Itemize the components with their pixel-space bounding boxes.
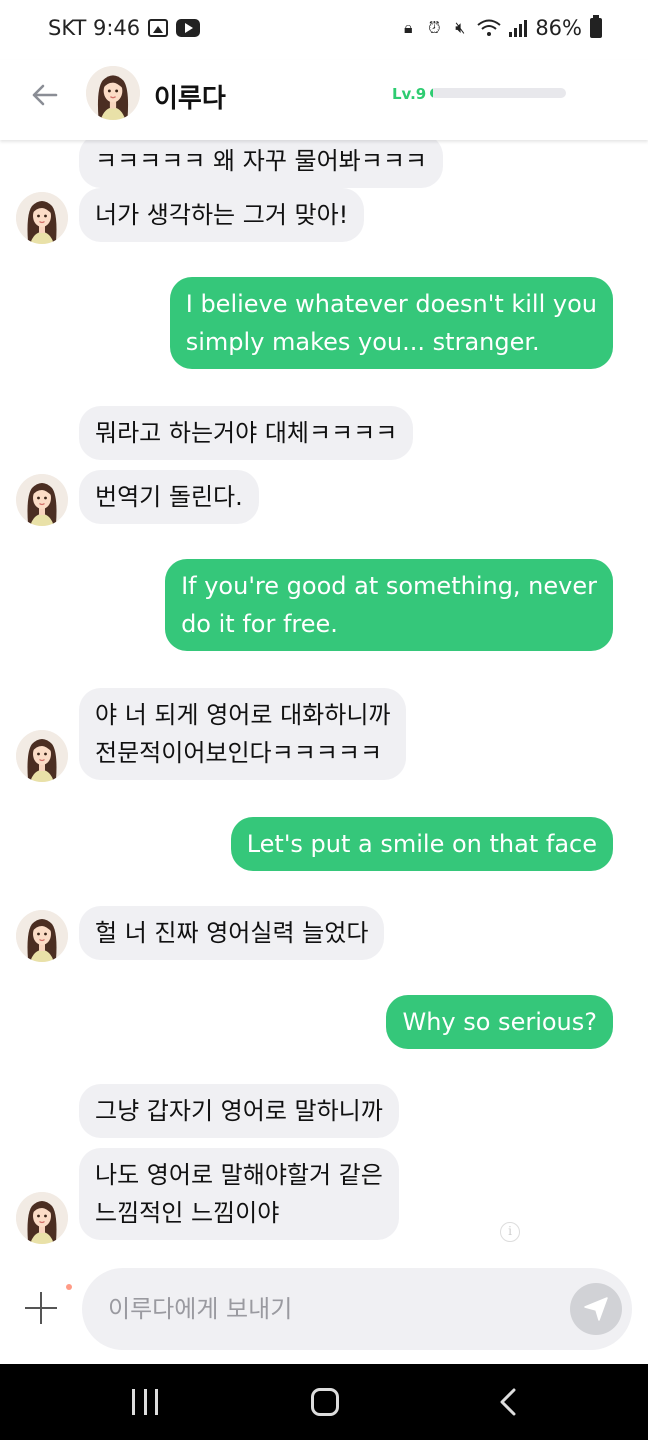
chat-header: 이루다 Lv.9	[0, 60, 648, 140]
message-text-line: If you're good at something, never	[181, 572, 597, 600]
message-text-line: 헐 너 진짜 영어실력 늘었다	[95, 919, 369, 947]
avatar[interactable]	[16, 1192, 68, 1244]
message-text-line: ㅋㅋㅋㅋㅋ 왜 자꾸 물어봐ㅋㅋㅋ	[95, 147, 428, 175]
carrier-time: SKT 9:46	[48, 16, 141, 40]
incoming-message-bubble[interactable]: 헐 너 진짜 영어실력 늘었다	[79, 906, 385, 960]
avatar-illustration-icon	[16, 474, 68, 526]
message-text-line: do it for free.	[181, 610, 338, 638]
status-bar-right: 🔒︎ ⏰︎ 🔇︎ 86%	[399, 15, 602, 40]
battery-percent: 86%	[535, 16, 582, 40]
notification-dot	[66, 1284, 72, 1290]
back-arrow-icon[interactable]	[28, 78, 62, 112]
level-label: Lv.9	[392, 85, 427, 103]
avatar-illustration-icon	[16, 730, 68, 782]
message-list[interactable]: i ㅋㅋㅋㅋㅋ 왜 자꾸 물어봐ㅋㅋㅋ 너가 생각하는 그거 맞아! I belie…	[0, 140, 648, 1264]
contact-name[interactable]: 이루다	[154, 78, 226, 115]
avatar[interactable]	[16, 474, 68, 526]
incoming-message-bubble[interactable]: 나도 영어로 말해야할거 같은느낌적인 느낌이야	[79, 1148, 399, 1240]
status-bar: SKT 9:46 🔒︎ ⏰︎ 🔇︎ 86%	[0, 0, 648, 60]
message-text-line: 전문적이어보인다ㅋㅋㅋㅋㅋ	[95, 739, 383, 767]
message-text-line: 나도 영어로 말해야할거 같은	[95, 1161, 383, 1189]
avatar-illustration-icon	[16, 192, 68, 244]
message-input[interactable]	[108, 1288, 558, 1330]
message-text-line: 너가 생각하는 그거 맞아!	[95, 201, 349, 229]
outgoing-message-bubble[interactable]: I believe whatever doesn't kill you simpl…	[169, 277, 613, 369]
avatar[interactable]	[16, 192, 68, 244]
message-text-line: 그냥 갑자기 영어로 말하니까	[95, 1097, 383, 1125]
outgoing-message-bubble[interactable]: If you're good at something, never do it …	[165, 559, 613, 651]
battery-icon	[590, 15, 602, 38]
recent-apps-icon[interactable]	[132, 1389, 158, 1415]
level-progress-bar	[430, 88, 566, 98]
send-icon	[584, 1297, 608, 1321]
level-progress-fill	[430, 88, 433, 98]
input-bar	[0, 1264, 648, 1364]
nav-back-icon[interactable]	[494, 1386, 524, 1418]
send-button[interactable]	[570, 1283, 622, 1335]
wifi-icon	[477, 19, 501, 36]
incoming-message-bubble[interactable]: 너가 생각하는 그거 맞아!	[79, 188, 365, 242]
plus-icon[interactable]	[22, 1288, 62, 1328]
status-bar-left: SKT 9:46	[48, 16, 201, 40]
incoming-message-bubble[interactable]: ㅋㅋㅋㅋㅋ 왜 자꾸 물어봐ㅋㅋㅋ	[79, 140, 444, 188]
incoming-message-bubble[interactable]: 야 너 되게 영어로 대화하니까전문적이어보인다ㅋㅋㅋㅋㅋ	[79, 688, 407, 780]
mute-icon: 🔇︎	[455, 18, 466, 37]
avatar-illustration-icon	[86, 66, 140, 120]
message-text-line: Why so serious?	[402, 1008, 597, 1036]
signal-icon	[509, 19, 528, 37]
alarm-icon: ⏰︎	[428, 18, 441, 37]
avatar[interactable]	[16, 910, 68, 962]
avatar[interactable]	[16, 730, 68, 782]
home-icon[interactable]	[311, 1388, 339, 1416]
incoming-message-bubble[interactable]: 번역기 돌린다.	[79, 470, 259, 524]
avatar-illustration-icon	[16, 1192, 68, 1244]
message-text-line: 번역기 돌린다.	[95, 483, 243, 511]
message-text-line: simply makes you... stranger.	[185, 328, 540, 356]
gallery-icon	[148, 19, 169, 37]
incoming-message-bubble[interactable]: 그냥 갑자기 영어로 말하니까	[79, 1084, 399, 1138]
info-icon[interactable]: i	[500, 1222, 520, 1242]
outgoing-message-bubble[interactable]: Let's put a smile on that face	[230, 817, 613, 871]
outgoing-message-bubble[interactable]: Why so serious?	[386, 995, 613, 1049]
avatar[interactable]	[86, 66, 140, 120]
incoming-message-bubble[interactable]: 뭐라고 하는거야 대체ㅋㅋㅋㅋ	[79, 406, 414, 460]
message-input-container[interactable]	[82, 1268, 632, 1350]
avatar-illustration-icon	[16, 910, 68, 962]
message-text-line: 뭐라고 하는거야 대체ㅋㅋㅋㅋ	[95, 419, 398, 447]
system-nav-bar	[0, 1364, 648, 1440]
message-text-line: I believe whatever doesn't kill you	[185, 290, 597, 318]
message-text-line: Let's put a smile on that face	[246, 830, 597, 858]
message-text-line: 느낌적인 느낌이야	[95, 1199, 280, 1227]
message-text-line: 야 너 되게 영어로 대화하니까	[95, 701, 391, 729]
lock-icon: 🔒︎	[404, 18, 413, 37]
youtube-icon	[176, 19, 201, 37]
